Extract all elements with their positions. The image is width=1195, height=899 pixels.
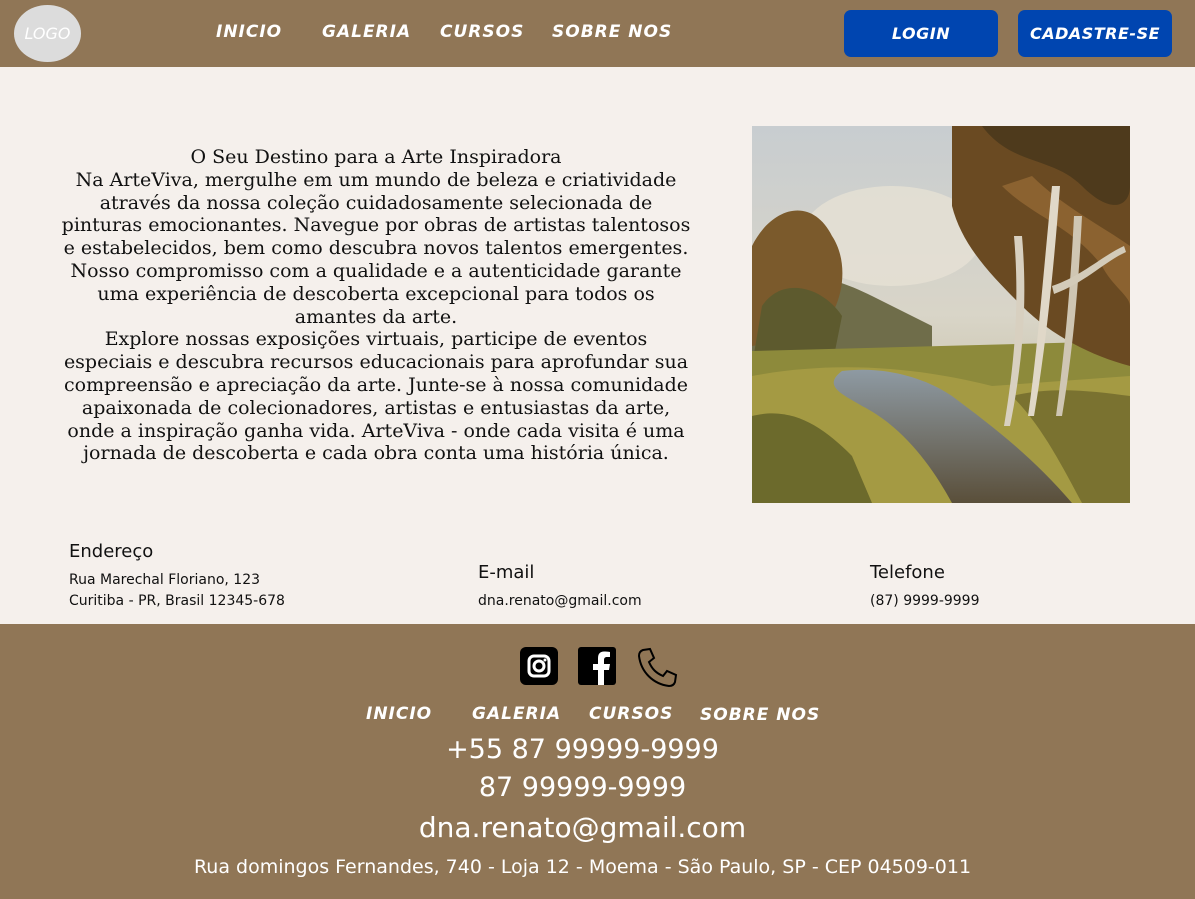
- login-button[interactable]: LOGIN: [844, 10, 998, 57]
- phone-value: (87) 9999-9999: [870, 593, 980, 609]
- footer-nav-galeria[interactable]: GALERIA: [472, 704, 561, 724]
- footer-address: Rua domingos Fernandes, 740 - Loja 12 - …: [193, 856, 972, 878]
- hero-paragraph-1: Na ArteViva, mergulhe em um mundo de bel…: [61, 168, 691, 328]
- header: LOGO INICIO GALERIA CURSOS SOBRE NOS LOG…: [0, 0, 1195, 67]
- hero-paragraph-2: Explore nossas exposições virtuais, part…: [63, 328, 689, 465]
- nav-cursos[interactable]: CURSOS: [440, 22, 524, 42]
- address-title: Endereço: [69, 541, 154, 562]
- hero-text: O Seu Destino para a Arte Inspiradora Na…: [60, 146, 692, 465]
- nav-sobre-nos[interactable]: SOBRE NOS: [552, 22, 672, 42]
- facebook-icon[interactable]: [577, 646, 617, 686]
- phone-title: Telefone: [870, 562, 945, 583]
- email-value: dna.renato@gmail.com: [478, 593, 642, 609]
- footer-email: dna.renato@gmail.com: [418, 811, 747, 844]
- address-block: Endereço Rua Marechal Floriano, 123 Curi…: [69, 541, 285, 612]
- footer-phone-1: +55 87 99999-9999: [446, 734, 719, 765]
- footer-nav-cursos[interactable]: CURSOS: [589, 704, 673, 724]
- footer-nav-inicio[interactable]: INICIO: [366, 704, 432, 724]
- footer-nav-sobre-nos[interactable]: SOBRE NOS: [700, 705, 820, 725]
- landscape-painting-image: [752, 126, 1130, 503]
- address-line-2: Curitiba - PR, Brasil 12345-678: [69, 593, 285, 609]
- signup-button[interactable]: CADASTRE-SE: [1018, 10, 1172, 57]
- address-line-1: Rua Marechal Floriano, 123: [69, 572, 261, 588]
- email-title: E-mail: [478, 562, 535, 583]
- instagram-icon[interactable]: [519, 646, 559, 686]
- phone-icon[interactable]: [635, 646, 678, 688]
- nav-inicio[interactable]: INICIO: [216, 22, 282, 42]
- email-block: E-mail dna.renato@gmail.com: [478, 562, 642, 612]
- hero-title: O Seu Destino para a Arte Inspiradora: [190, 146, 562, 168]
- nav-galeria[interactable]: GALERIA: [322, 22, 411, 42]
- footer: INICIO GALERIA CURSOS SOBRE NOS +55 87 9…: [0, 624, 1195, 899]
- footer-phone-2: 87 99999-9999: [478, 772, 687, 803]
- phone-block: Telefone (87) 9999-9999: [870, 562, 980, 612]
- logo[interactable]: LOGO: [14, 5, 81, 62]
